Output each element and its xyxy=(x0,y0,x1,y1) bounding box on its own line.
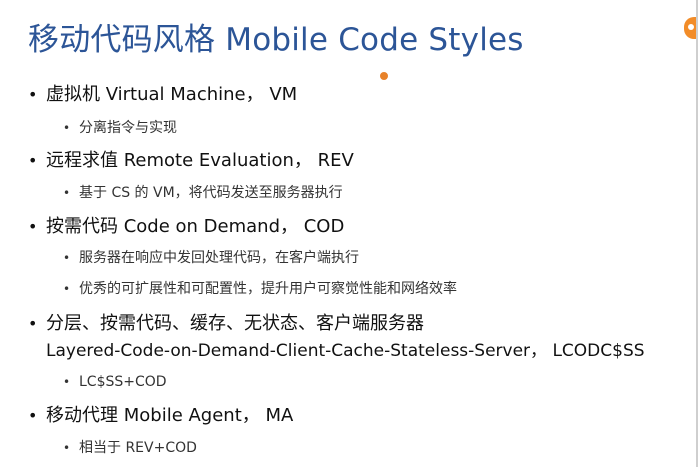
sub-bullet-item: • LC$SS+COD xyxy=(63,372,167,392)
bullet-text: 远程求值 Remote Evaluation， REV xyxy=(46,150,354,171)
slide: 移动代码风格 Mobile Code Styles • 虚拟机 Virtual M… xyxy=(0,0,698,467)
sub-bullet-item: • 分离指令与实现 xyxy=(63,118,177,138)
sub-bullet-icon: • xyxy=(63,282,71,296)
sub-bullet-icon: • xyxy=(63,186,71,200)
sub-bullet-text: 分离指令与实现 xyxy=(79,120,177,136)
sub-bullet-text: LC$SS+COD xyxy=(79,374,167,390)
bullet-icon: • xyxy=(28,151,38,170)
sub-bullet-icon: • xyxy=(63,375,71,389)
bullet-item-ma: • 移动代理 Mobile Agent， MA xyxy=(28,404,293,428)
bullet-text: 移动代理 Mobile Agent， MA xyxy=(46,405,294,426)
bullet-item-lcodcss: • 分层、按需代码、缓存、无状态、客户端服务器 xyxy=(28,312,424,336)
laser-pointer-dot xyxy=(380,72,388,80)
bullet-icon: • xyxy=(28,217,38,236)
bullet-icon: • xyxy=(28,85,38,104)
sub-bullet-item: • 相当于 REV+COD xyxy=(63,438,197,458)
bullet-icon: • xyxy=(28,406,38,425)
sub-bullet-text: 基于 CS 的 VM，将代码发送至服务器执行 xyxy=(79,185,343,201)
sub-bullet-icon: • xyxy=(63,121,71,135)
bullet-text-continuation: Layered-Code-on-Demand-Client-Cache-Stat… xyxy=(46,341,645,361)
sub-bullet-item: • 服务器在响应中发回处理代码，在客户端执行 xyxy=(63,248,359,268)
bullet-item-cod: • 按需代码 Code on Demand， COD xyxy=(28,215,344,239)
sub-bullet-text: 服务器在响应中发回处理代码，在客户端执行 xyxy=(79,250,359,266)
sub-bullet-text: 优秀的可扩展性和可配置性，提升用户可察觉性能和网络效率 xyxy=(79,281,457,297)
bullet-icon: • xyxy=(28,314,38,333)
bullet-item-rev: • 远程求值 Remote Evaluation， REV xyxy=(28,149,354,173)
bullet-text: 分层、按需代码、缓存、无状态、客户端服务器 xyxy=(46,313,424,334)
bullet-item-vm: • 虚拟机 Virtual Machine， VM xyxy=(28,83,297,107)
sub-bullet-text: 相当于 REV+COD xyxy=(79,440,197,456)
sub-bullet-item: • 基于 CS 的 VM，将代码发送至服务器执行 xyxy=(63,183,343,203)
bullet-text: 虚拟机 Virtual Machine， VM xyxy=(46,84,298,105)
sub-bullet-item: • 优秀的可扩展性和可配置性，提升用户可察觉性能和网络效率 xyxy=(63,279,457,299)
sub-bullet-icon: • xyxy=(63,441,71,455)
slide-title: 移动代码风格 Mobile Code Styles xyxy=(28,22,524,58)
edge-tab-icon[interactable] xyxy=(684,17,696,39)
bullet-text: 按需代码 Code on Demand， COD xyxy=(46,216,345,237)
sub-bullet-icon: • xyxy=(63,251,71,265)
